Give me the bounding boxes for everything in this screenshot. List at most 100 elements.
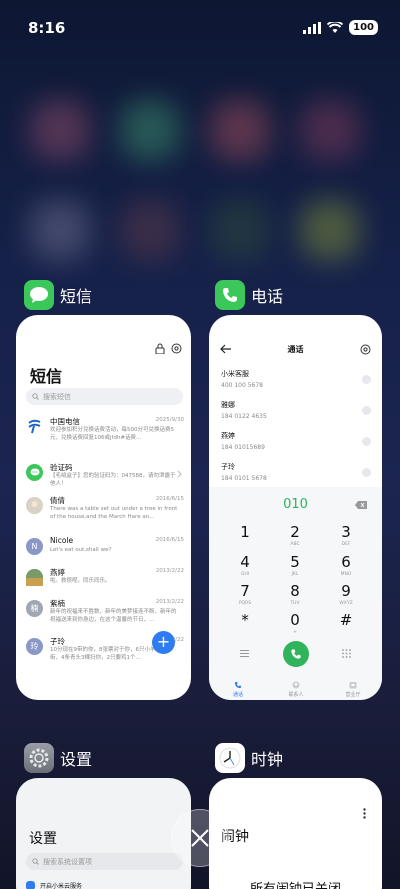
dial-key[interactable]: 9 WXYZ [326,582,366,606]
phone-title: 通话 [287,345,304,354]
thread-preview: There was a table set out under a tree i… [50,506,178,520]
messages-search-placeholder: 搜索短信 [43,392,71,401]
wifi-icon [327,21,344,33]
contact-row[interactable]: 雅娜 184 0122 4635 [221,400,371,426]
clear-all-button[interactable] [171,809,229,867]
contact-name: 雅娜 [221,401,235,409]
contact-row[interactable]: 子玲 184 0101 5678 [221,462,371,488]
tab-service-hall[interactable]: 营业厅 [338,681,368,698]
avatar: 玲 [26,638,43,655]
thread-date: 2016/6/15 [155,496,184,502]
contact-name: 子玲 [221,463,235,471]
search-icon [32,393,39,400]
messages-search-input[interactable]: 搜索短信 [26,388,183,405]
menu-icon[interactable] [240,650,249,657]
clock-app-name: 时钟 [251,750,284,769]
contact-row[interactable]: 燕婷 184 01015689 [221,431,371,457]
settings-app-header[interactable]: 设置 [24,743,92,773]
messages-app-name: 短信 [60,287,93,306]
dial-key[interactable]: 5 JKL [275,553,315,577]
settings-gear-icon[interactable] [360,344,371,355]
backspace-icon[interactable] [355,501,367,509]
tab-contacts[interactable]: 联系人 [281,681,311,698]
message-thread[interactable]: 楠 紫楠 2013/2/22 新年的祝福来不胜数，新年的美梦接连不断，新年的祝福… [26,598,184,632]
message-thread[interactable]: 倩倩 2016/6/15 There was a table set out u… [26,495,184,529]
phone-app-icon [215,280,245,310]
thread-date: 2013/2/22 [155,599,184,605]
thread-preview: 欢迎参加积分兑换话费活动，每500分可兑换话费5元，兑换话费回复106或jfdh… [50,427,174,441]
thread-preview: 【毛绒盒子】您的验证码为：047588，请勿泄露于他人！ [50,473,176,487]
call-button[interactable] [283,641,309,667]
status-icons: 100 [303,20,378,35]
thread-preview: Let's eat out,shall we? [50,547,112,553]
phone-handset-icon [291,649,301,659]
messages-title: 短信 [30,367,63,386]
settings-item-label: 开启小米云服务 [40,883,83,889]
battery-indicator: 100 [349,20,378,35]
status-bar: 8:16 100 [0,0,400,52]
dial-key[interactable]: 7 PQRS [225,582,265,606]
phone-app-name: 电话 [251,287,284,306]
signal-icon [303,21,322,34]
contact-name: 燕婷 [221,432,235,440]
new-message-button[interactable]: + [152,631,175,654]
settings-app-icon [24,743,54,773]
contacts-tab-icon [292,681,300,689]
dial-key[interactable]: 1 [225,523,265,542]
dial-key[interactable]: 4 GHI [225,553,265,577]
settings-gear-icon[interactable] [171,343,182,354]
settings-search-input[interactable]: 搜索系统设置项 [26,853,183,870]
contact-row[interactable]: 小米客服 400 100 5678 [221,369,371,395]
contact-name: 小米客服 [221,370,249,378]
phone-app-header[interactable]: 电话 [215,280,283,310]
dial-key[interactable]: 8 TUV [275,582,315,606]
lock-icon[interactable] [155,343,165,354]
contact-number: 184 0101 5678 [221,475,267,482]
dialpad-grid-icon[interactable] [342,649,351,658]
tab-calls[interactable]: 通话 [223,681,253,698]
close-icon [191,829,209,847]
cloud-icon [26,881,35,889]
phone-card[interactable]: 通话 小米客服 400 100 5678 雅娜 184 0122 4635 燕婷… [209,315,382,700]
messages-app-icon [24,280,54,310]
chevron-right-icon [177,470,182,478]
settings-search-placeholder: 搜索系统设置项 [43,857,92,866]
contact-info-button[interactable] [362,468,371,477]
thread-name: Nicole [50,536,74,545]
avatar [26,497,43,514]
message-thread[interactable]: N Nicole 2016/6/15 Let's eat out,shall w… [26,536,184,570]
clock-app-header[interactable]: 时钟 [215,743,283,773]
messages-app-header[interactable]: 短信 [24,280,92,310]
contact-number: 184 0122 4635 [221,413,267,420]
settings-app-name: 设置 [60,750,93,769]
message-thread[interactable]: 中国电信 2025/9/30 欢迎参加积分兑换话费活动，每500分可兑换话费5元… [26,416,184,450]
clock-app-icon [215,743,245,773]
avatar: N [26,538,43,555]
thread-preview: 新年的祝福来不胜数，新年的美梦接连不断，新年的祝福送来到你身边，在这个温馨的节日… [50,609,177,623]
message-thread[interactable]: 验证码 【毛绒盒子】您的验证码为：047588，请勿泄露于他人！ [26,462,184,496]
dial-key[interactable]: * [225,611,265,630]
clock-card[interactable]: 闹钟 所有闹钟已关闭 [209,778,382,889]
dial-key[interactable]: 6 MNO [326,553,366,577]
avatar: 楠 [26,600,43,617]
settings-card[interactable]: 设置 搜索系统设置项 开启小米云服务 [16,778,191,889]
status-time: 8:16 [28,19,66,37]
more-options-icon[interactable] [363,808,366,819]
messages-card[interactable]: 短信 搜索短信 中国电信 2025/9/30 欢迎参加积分兑换话费活动，每500… [16,315,191,700]
settings-item-cloud[interactable]: 开启小米云服务 [26,881,82,889]
contact-number: 184 01015689 [221,444,265,451]
dial-key[interactable]: 3 DEF [326,523,366,547]
dial-key[interactable]: # [326,611,366,630]
message-thread[interactable]: 燕婷 2013/2/22 啦。救很呢，同乐同乐。 [26,567,184,601]
dial-key[interactable]: 0 + [275,611,315,635]
contact-info-button[interactable] [362,437,371,446]
alarm-status: 所有闹钟已关闭 [209,878,382,889]
store-tab-icon [349,682,357,689]
dial-key[interactable]: 2 ABC [275,523,315,547]
verification-chat-icon [26,464,43,481]
contact-info-button[interactable] [362,375,371,384]
contact-info-button[interactable] [362,406,371,415]
thread-preview: 啦。救很呢，同乐同乐。 [50,578,111,584]
phone-tab-icon [234,681,242,689]
settings-title: 设置 [29,831,57,847]
